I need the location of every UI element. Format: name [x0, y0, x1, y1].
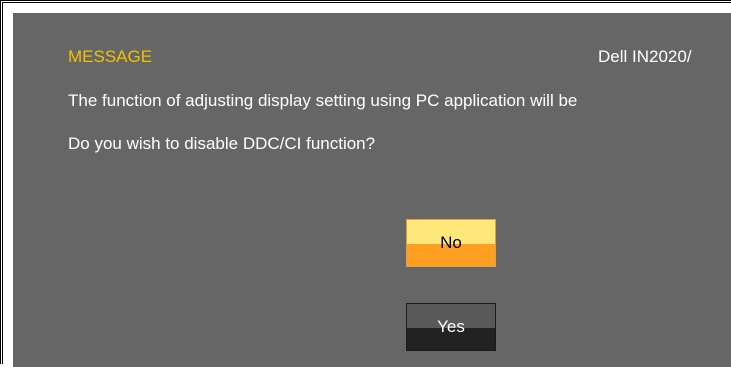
- no-button-label: No: [440, 233, 462, 252]
- no-button[interactable]: No: [406, 219, 496, 267]
- dialog-title: MESSAGE: [68, 47, 153, 66]
- message-text-line-1: The function of adjusting display settin…: [68, 91, 578, 110]
- monitor-model-label: Dell IN2020/: [598, 47, 692, 66]
- message-text-line-2: Do you wish to disable DDC/CI function?: [68, 134, 376, 153]
- yes-button[interactable]: Yes: [406, 303, 496, 351]
- osd-message-dialog: MESSAGE Dell IN2020/ The function of adj…: [13, 13, 731, 367]
- yes-button-label: Yes: [437, 317, 465, 336]
- screen-frame: MESSAGE Dell IN2020/ The function of adj…: [0, 0, 731, 367]
